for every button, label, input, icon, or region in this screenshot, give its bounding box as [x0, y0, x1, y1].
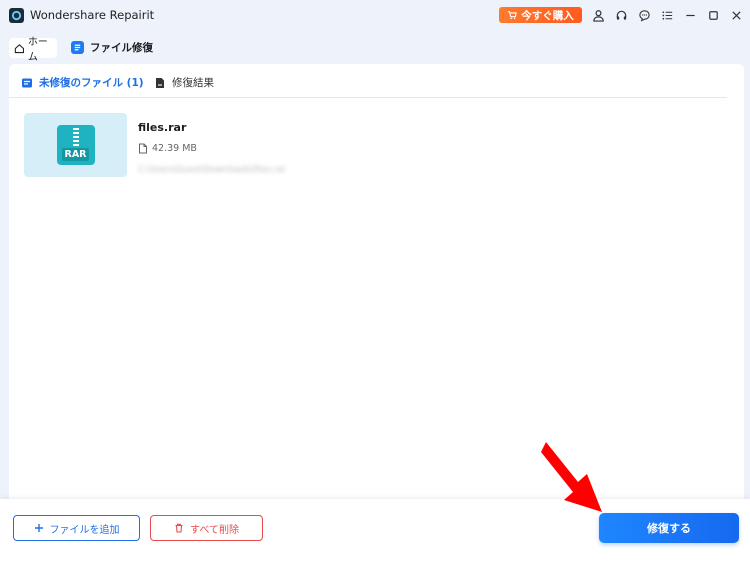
nav-home-tab[interactable]: ホーム [9, 37, 57, 63]
nav-file-repair-label: ファイル修復 [90, 42, 153, 54]
headset-icon[interactable] [614, 8, 628, 22]
bottom-action-bar: ファイルを追加 すべて削除 修復する [0, 499, 750, 561]
user-icon[interactable] [591, 8, 605, 22]
file-list-icon [22, 78, 32, 87]
tab-results-label: 修復結果 [172, 77, 214, 89]
document-icon [156, 77, 164, 88]
title-bar: Wondershare Repairit 今すぐ購入 [0, 0, 750, 30]
tab-unrepaired-files[interactable]: 未修復のファイル (1) [21, 75, 144, 90]
main-panel: 未修復のファイル (1) 修復結果 RAR files.rar 42.39 MB… [9, 64, 744, 499]
buy-now-button[interactable]: 今すぐ購入 [499, 7, 582, 23]
file-size-value: 42.39 MB [152, 143, 197, 154]
panel-tabs: 未修復のファイル (1) 修復結果 [9, 64, 744, 98]
tabs-divider [9, 97, 727, 98]
file-thumbnail[interactable]: RAR [24, 113, 127, 177]
cart-icon [508, 11, 518, 20]
repair-button-label: 修復する [647, 522, 691, 535]
add-file-label: ファイルを追加 [49, 524, 120, 536]
repair-button[interactable]: 修復する [599, 513, 739, 543]
app-logo-icon [9, 8, 24, 23]
tab-unrepaired-label: 未修復のファイル (1) [39, 77, 144, 89]
buy-now-label: 今すぐ購入 [521, 9, 574, 22]
delete-all-button[interactable]: すべて削除 [150, 515, 263, 541]
maximize-icon[interactable] [706, 8, 720, 22]
app-title: Wondershare Repairit [30, 8, 155, 22]
chat-icon[interactable] [637, 8, 651, 22]
trash-icon [175, 523, 183, 533]
file-name: files.rar [138, 121, 187, 134]
file-type-label: RAR [61, 148, 90, 161]
add-file-button[interactable]: ファイルを追加 [13, 515, 140, 541]
menu-icon[interactable] [660, 8, 674, 22]
home-icon [14, 43, 25, 53]
rar-file-icon: RAR [56, 125, 95, 165]
plus-icon [34, 524, 43, 532]
zipper-icon [72, 128, 79, 146]
file-icon [139, 143, 147, 154]
file-size: 42.39 MB [138, 143, 197, 154]
minimize-icon[interactable] [683, 8, 697, 22]
tab-repair-results[interactable]: 修復結果 [154, 75, 214, 90]
close-icon[interactable] [729, 8, 743, 22]
nav-file-repair-tab[interactable]: ファイル修復 [71, 40, 153, 55]
delete-all-label: すべて削除 [190, 524, 239, 536]
file-repair-icon [71, 41, 84, 54]
nav-home-label: ホーム [27, 37, 48, 63]
file-path: C:\Users\Guest\Downloads\files.rar [138, 165, 286, 175]
red-arrow-annotation [541, 442, 602, 512]
